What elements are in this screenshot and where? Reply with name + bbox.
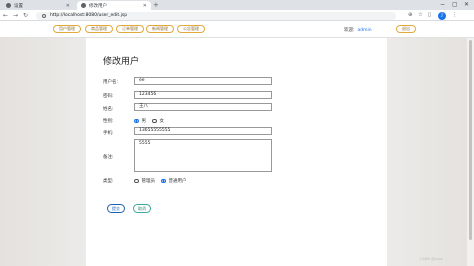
forward-arrow-icon[interactable]: → [13, 12, 18, 19]
page-title: 修改用户 [103, 57, 140, 67]
remark-textarea[interactable]: 5555 [134, 139, 272, 172]
gender-option-female: 女 [159, 119, 165, 124]
page-favicon-icon [81, 3, 86, 8]
phone-input[interactable]: 13655555555 [134, 127, 272, 135]
radio-unselected-icon [134, 178, 139, 184]
type-label: 类型: [103, 179, 114, 184]
nav-order-management[interactable]: 订单管理 [116, 25, 144, 33]
site-info-icon[interactable] [42, 13, 46, 18]
submit-button[interactable]: 提交 [107, 204, 125, 213]
footer-watermark: CSDN @xxxx [420, 257, 443, 261]
cancel-button[interactable]: 取消 [133, 204, 151, 213]
gender-radio-female[interactable]: 女 [152, 118, 164, 124]
window-close-icon[interactable]: ✕ [464, 1, 469, 8]
close-icon[interactable]: ✕ [143, 3, 147, 9]
tab-settings[interactable]: 设置 ✕ [2, 1, 74, 10]
address-bar[interactable]: http://localhost:8080/user_edit.jsp [36, 11, 396, 20]
browser-tab-bar: 设置 ✕ 修改用户 ✕ + − ▢ ✕ [0, 0, 474, 10]
minimize-icon[interactable]: − [440, 1, 445, 8]
browser-menu-icon[interactable]: ⋮ [452, 12, 458, 18]
nav-notice-management[interactable]: 公告管理 [177, 25, 205, 33]
type-option-admin: 管理员 [141, 179, 156, 184]
username-input[interactable]: ee [134, 77, 272, 85]
welcome-label: 欢迎: [344, 27, 355, 33]
name-input[interactable]: 王八 [134, 103, 272, 111]
tab-edit-user[interactable]: 修改用户 ✕ [77, 1, 151, 10]
left-background [0, 38, 86, 266]
phone-label: 手机: [103, 131, 114, 136]
radio-selected-icon [134, 118, 139, 124]
extension-icon[interactable]: ⊕ [408, 12, 413, 18]
type-option-normal-user: 普通用户 [168, 179, 187, 184]
gender-label: 性别: [103, 119, 114, 124]
nav-news-management[interactable]: 新闻管理 [146, 25, 174, 33]
profile-avatar[interactable]: J [438, 11, 446, 20]
nav-user-management[interactable]: 用户管理 [53, 25, 81, 33]
remark-label: 备注: [103, 155, 114, 160]
gender-radio-male[interactable]: 男 [134, 118, 146, 124]
reload-icon[interactable]: ↻ [23, 12, 28, 19]
password-input[interactable]: 123456 [134, 91, 272, 99]
bookmark-star-icon[interactable]: ☆ [418, 12, 423, 18]
tab-label: 设置 [14, 3, 23, 9]
exit-button[interactable]: 退出 [396, 25, 416, 33]
scrollbar-thumb[interactable] [469, 40, 472, 240]
current-username: admin [357, 27, 372, 33]
browser-toolbar: ← → ↻ http://localhost:8080/user_edit.js… [0, 10, 474, 21]
right-background [387, 38, 474, 266]
new-tab-icon[interactable]: + [153, 1, 159, 9]
back-arrow-icon[interactable]: ← [3, 12, 8, 19]
name-label: 姓名: [103, 107, 114, 112]
tab-label: 修改用户 [89, 3, 107, 9]
gender-option-male: 男 [141, 119, 147, 124]
edit-user-panel: 修改用户 用户名: ee 密码: 123456 姓名: 王八 性别: 男 女 手… [86, 38, 387, 266]
type-radio-normal-user[interactable]: 普通用户 [161, 178, 187, 184]
welcome-text: 欢迎: admin [344, 27, 372, 33]
sidebar-icon[interactable]: ▯ [428, 12, 431, 18]
maximize-icon[interactable]: ▢ [452, 1, 458, 8]
nav-product-management[interactable]: 商品管理 [85, 25, 113, 33]
url-text: http://localhost:8080/user_edit.jsp [50, 13, 128, 18]
radio-selected-icon [161, 178, 166, 184]
username-label: 用户名: [103, 80, 119, 85]
radio-unselected-icon [152, 118, 157, 124]
site-nav-bar: 用户管理 商品管理 订单管理 新闻管理 公告管理 欢迎: admin 退出 [0, 21, 474, 38]
settings-favicon-icon [6, 3, 11, 8]
password-label: 密码: [103, 94, 114, 99]
close-icon[interactable]: ✕ [66, 3, 70, 9]
type-radio-admin[interactable]: 管理员 [134, 178, 155, 184]
